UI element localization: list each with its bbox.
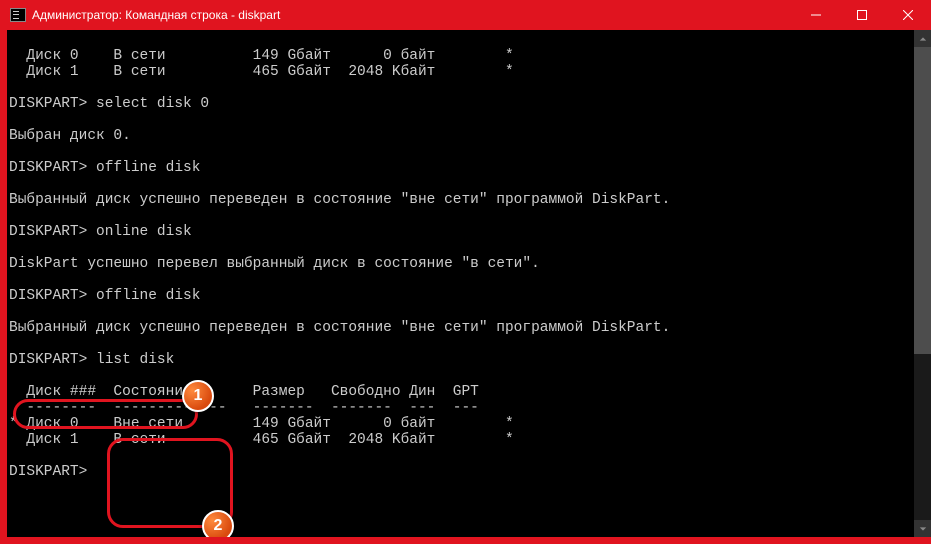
maximize-button[interactable]: [839, 0, 885, 30]
table-header: Диск ### Состояние Размер Свободно Дин G…: [9, 384, 479, 400]
output-line: Диск 0 В сети 149 Gбайт 0 байт *: [9, 48, 514, 64]
output-line: Диск 1 В сети 465 Gбайт 2048 Kбайт *: [9, 64, 514, 80]
annotation-highlight-1: [13, 399, 198, 429]
titlebar[interactable]: Администратор: Командная строка - diskpa…: [0, 0, 931, 30]
minimize-button[interactable]: [793, 0, 839, 30]
prompt-line: DISKPART>: [9, 464, 87, 480]
vertical-scrollbar[interactable]: [914, 30, 931, 537]
terminal[interactable]: Диск 0 В сети 149 Gбайт 0 байт * Диск 1 …: [7, 30, 914, 537]
window-title: Администратор: Командная строка - diskpa…: [32, 8, 793, 22]
cmd-icon: [10, 8, 26, 22]
scrollbar-thumb[interactable]: [914, 47, 931, 354]
prompt-line: DISKPART> select disk 0: [9, 96, 209, 112]
scrollbar-track[interactable]: [914, 47, 931, 520]
annotation-badge-2: 2: [202, 510, 234, 537]
table-row: Диск 1 В сети 465 Gбайт 2048 Kбайт *: [9, 432, 514, 448]
prompt-line: DISKPART> online disk: [9, 224, 192, 240]
output-line: DiskPart успешно перевел выбранный диск …: [9, 256, 540, 272]
prompt-line: DISKPART> list disk: [9, 352, 174, 368]
close-button[interactable]: [885, 0, 931, 30]
scroll-up-button[interactable]: [914, 30, 931, 47]
client-area: Диск 0 В сети 149 Gбайт 0 байт * Диск 1 …: [7, 30, 931, 537]
output-line: Выбранный диск успешно переведен в состо…: [9, 192, 670, 208]
output-line: Выбранный диск успешно переведен в состо…: [9, 320, 670, 336]
window-frame: Администратор: Командная строка - diskpa…: [0, 0, 931, 544]
output-line: Выбран диск 0.: [9, 128, 131, 144]
scroll-down-button[interactable]: [914, 520, 931, 537]
annotation-badge-1: 1: [182, 380, 214, 412]
prompt-line: DISKPART> offline disk: [9, 160, 200, 176]
window-controls: [793, 0, 931, 30]
prompt-line: DISKPART> offline disk: [9, 288, 200, 304]
